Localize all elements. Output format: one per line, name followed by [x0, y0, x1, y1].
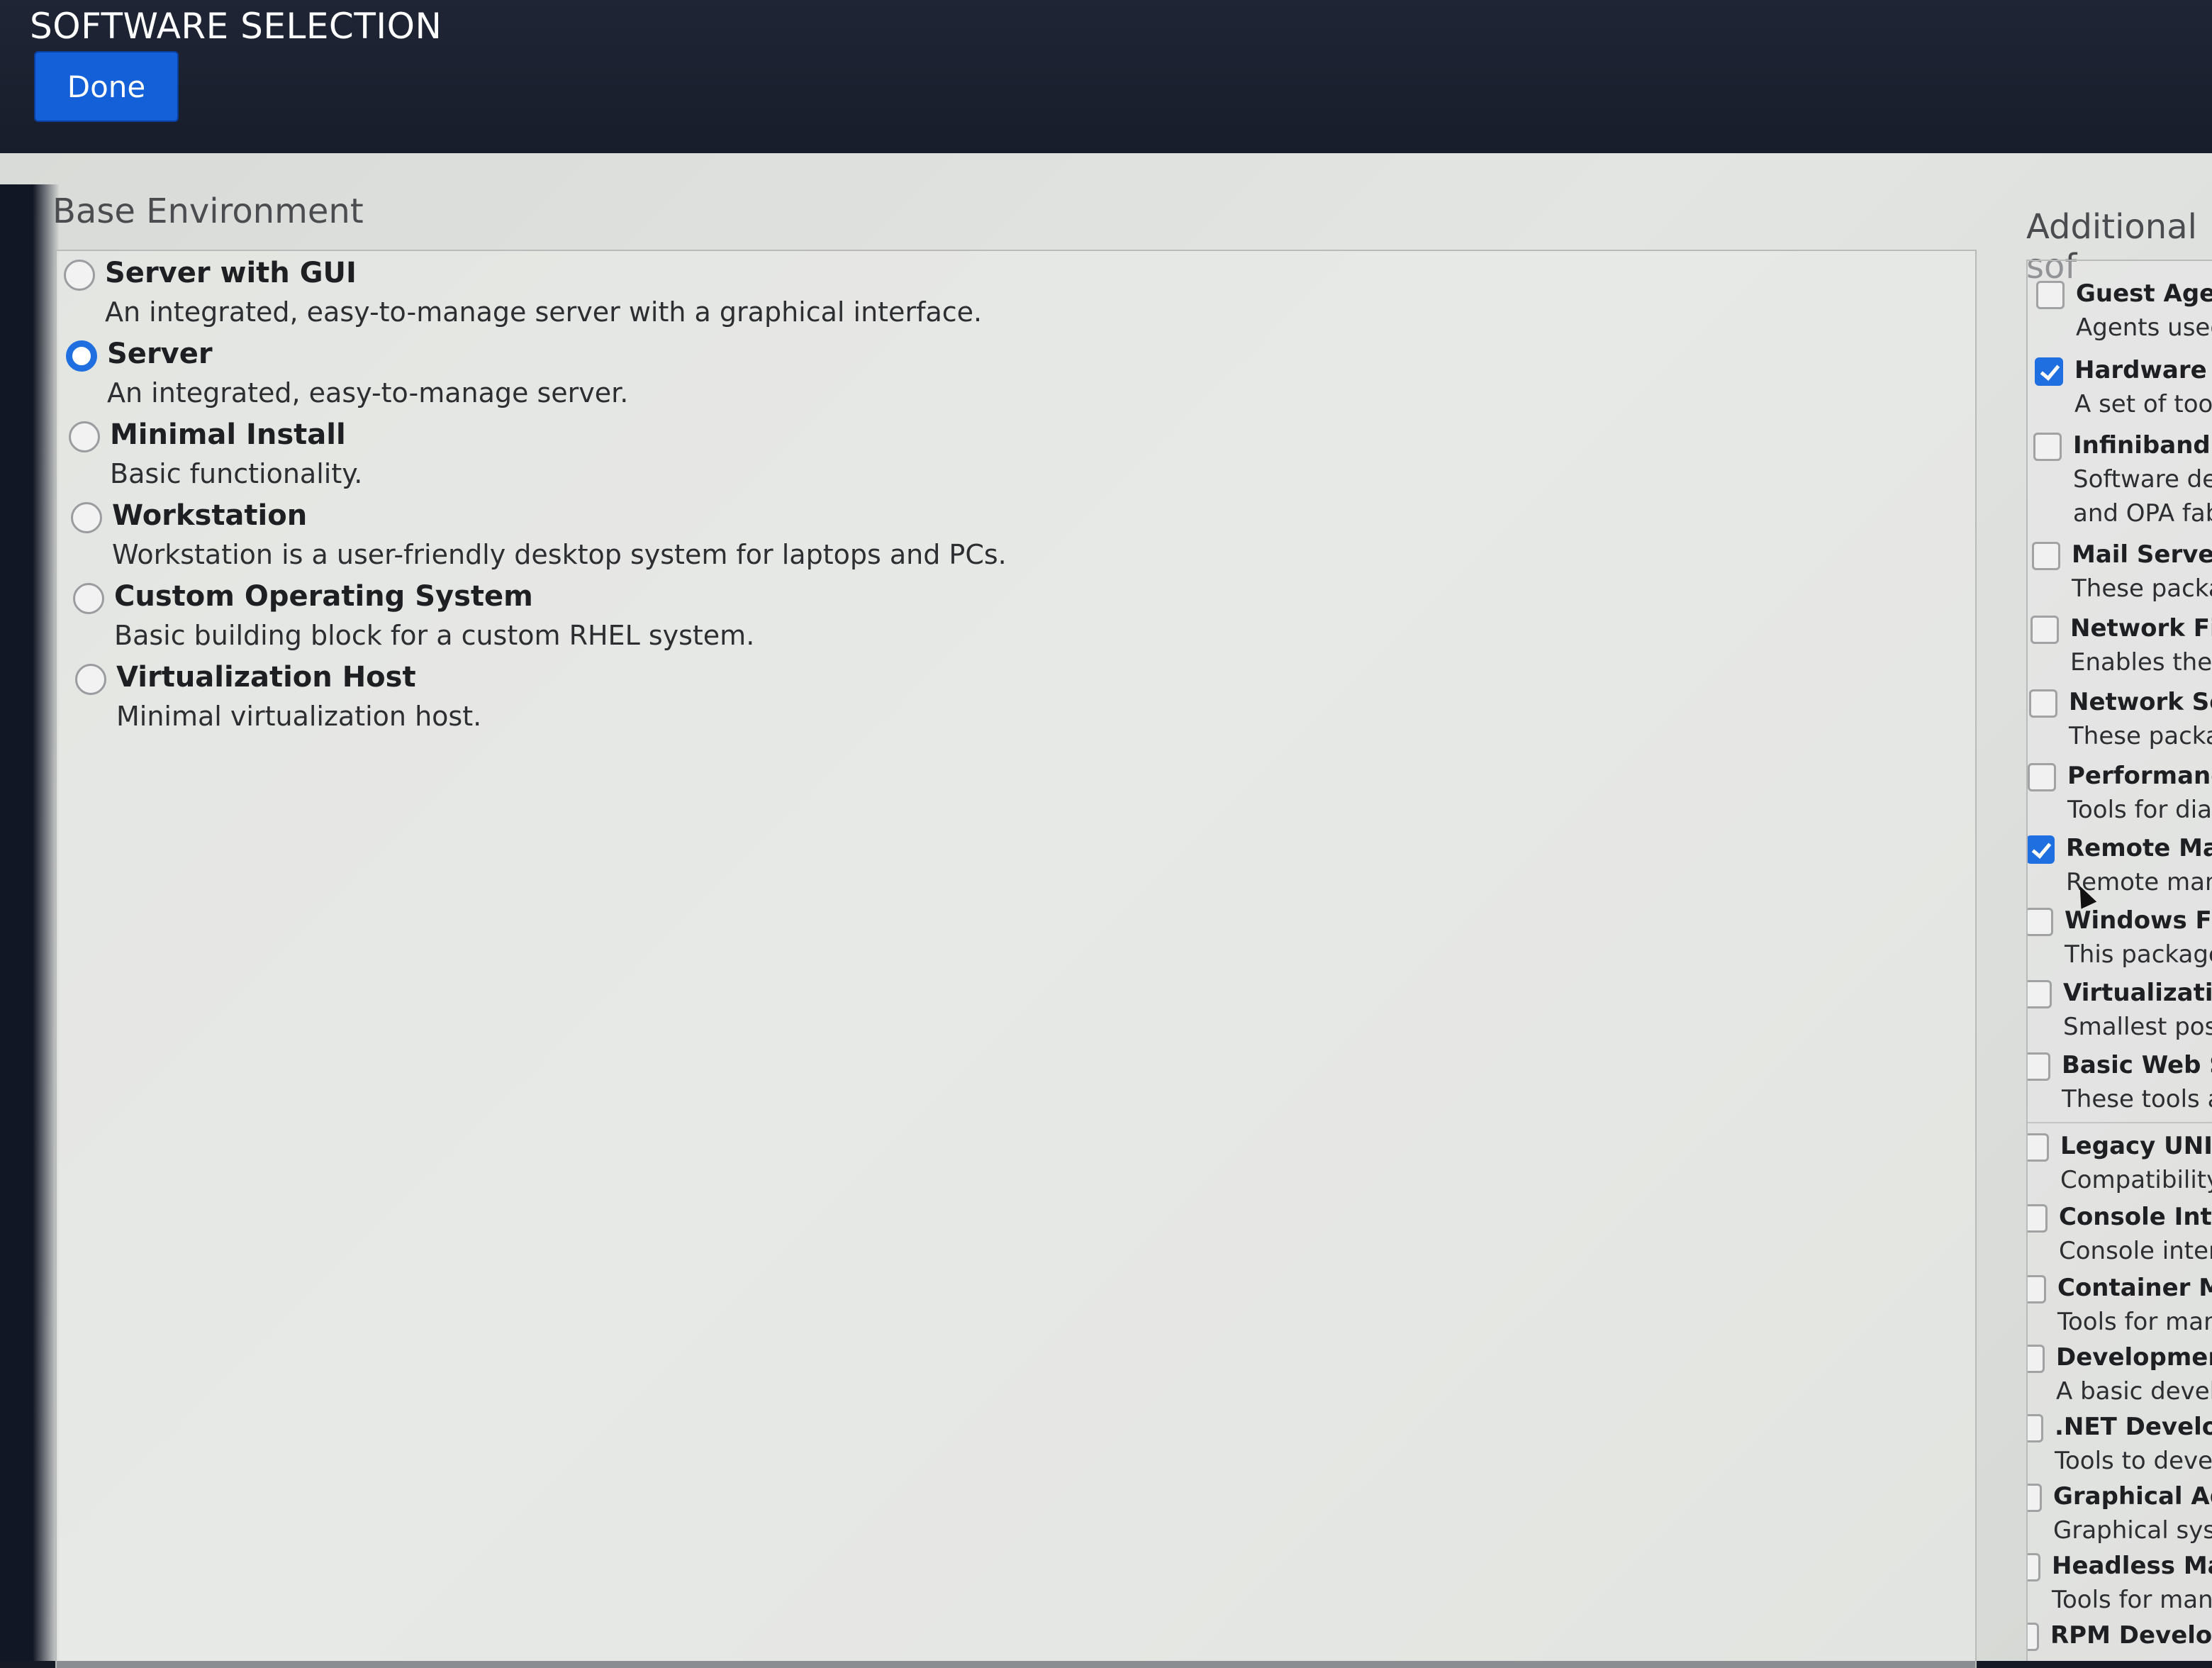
env-description: An integrated, easy-to-manage server wit… [105, 296, 983, 328]
section-divider [2028, 1122, 2212, 1123]
addon-name: Performance T [2067, 762, 2212, 790]
checkbox[interactable] [2033, 433, 2062, 461]
radio-button[interactable] [71, 502, 102, 533]
checkbox[interactable] [2028, 763, 2056, 791]
env-description: An integrated, easy-to-manage server. [107, 377, 629, 408]
addon-name: Hardware Mo [2074, 356, 2212, 384]
addon-name: Network Serv [2069, 688, 2212, 716]
checkbox[interactable] [2028, 1553, 2040, 1581]
checkbox[interactable] [2028, 1204, 2048, 1233]
addon-description: This package gr [2065, 940, 2212, 969]
env-description: Workstation is a user-friendly desktop s… [112, 539, 1007, 570]
addon-description: Software desi [2073, 465, 2212, 494]
additional-software-list: Guest Agent Agents used Hardware Mo A se… [2026, 260, 2212, 1661]
addon-name: Basic Web Serv [2062, 1051, 2212, 1079]
addon-name: Windows File S [2065, 906, 2212, 935]
page-title: SOFTWARE SELECTION [30, 6, 442, 47]
addon-description: Tools for managi [2057, 1308, 2212, 1336]
addon-description: A basic developm [2056, 1377, 2212, 1406]
env-description: Minimal virtualization host. [116, 701, 482, 732]
addon-description: These package [2069, 722, 2212, 750]
addon-name: .NET Developme [2055, 1413, 2212, 1441]
radio-button[interactable] [69, 421, 100, 452]
addon-name: Remote Manag [2066, 834, 2212, 862]
addon-description: Graphical system [2053, 1516, 2212, 1545]
addon-description: Smallest possib [2063, 1013, 2212, 1041]
checkbox[interactable] [2028, 1275, 2046, 1303]
addon-description: Enables the sy [2070, 648, 2212, 677]
checkbox[interactable] [2028, 908, 2053, 936]
addon-name: Graphical Admini [2053, 1482, 2212, 1511]
checkbox[interactable] [2028, 1484, 2042, 1512]
addon-name: Mail Server [2072, 540, 2212, 569]
env-name: Custom Operating System [114, 580, 533, 613]
radio-button[interactable] [66, 340, 97, 372]
addon-description: These tools allo [2062, 1085, 2212, 1113]
base-environment-title: Base Environment [52, 191, 364, 231]
addon-name: RPM Developmen [2050, 1621, 2212, 1650]
addon-description: These packag [2072, 574, 2212, 603]
checkbox[interactable] [2028, 1414, 2043, 1442]
left-dark-edge [0, 184, 60, 1661]
checkbox[interactable] [2028, 1133, 2049, 1162]
env-description: Basic functionality. [110, 458, 363, 489]
checkbox[interactable] [2028, 835, 2055, 864]
checkbox[interactable] [2028, 1052, 2050, 1081]
addon-name: Guest Agent [2076, 279, 2212, 308]
radio-button[interactable] [75, 664, 106, 695]
env-description: Basic building block for a custom RHEL s… [114, 620, 755, 651]
checkbox[interactable] [2036, 281, 2065, 309]
addon-description: Agents used [2076, 313, 2212, 342]
checkbox[interactable] [2028, 980, 2052, 1008]
addon-description: Console internet [2059, 1237, 2212, 1265]
radio-button[interactable] [73, 583, 104, 614]
addon-description: Tools for diagn [2067, 796, 2212, 824]
done-button[interactable]: Done [34, 51, 179, 122]
addon-name: Console Internet [2059, 1203, 2212, 1231]
addon-name: Headless Manage [2052, 1552, 2212, 1580]
radio-button[interactable] [64, 260, 95, 291]
addon-description-line-2: and OPA fabri [2073, 499, 2212, 528]
addon-description: Compatibility pr [2060, 1166, 2212, 1194]
env-name: Minimal Install [110, 418, 346, 451]
checkbox[interactable] [2032, 542, 2060, 570]
addon-description: A set of tools [2074, 390, 2212, 418]
checkbox[interactable] [2035, 357, 2063, 386]
addon-description: Tools for managin [2052, 1586, 2212, 1614]
checkbox[interactable] [2028, 1345, 2045, 1373]
addon-description: Tools to develop [2055, 1447, 2212, 1475]
addon-name: Container Manag [2057, 1274, 2212, 1302]
base-environment-list: Server with GUI An integrated, easy-to-m… [55, 250, 1977, 1668]
checkbox[interactable] [2028, 1623, 2039, 1651]
env-name: Workstation [112, 499, 308, 532]
addon-name: Development To [2056, 1343, 2212, 1372]
top-bar: SOFTWARE SELECTION Done [0, 0, 2212, 153]
addon-name: Network File S [2070, 614, 2212, 643]
addon-name: Legacy UNIX Co [2060, 1132, 2212, 1160]
env-name: Server [107, 338, 213, 370]
checkbox[interactable] [2029, 689, 2057, 718]
env-name: Virtualization Host [116, 661, 416, 694]
addon-name: Infiniband Su [2073, 431, 2212, 460]
addon-name: Virtualization H [2063, 979, 2212, 1007]
checkbox[interactable] [2031, 616, 2059, 644]
env-name: Server with GUI [105, 257, 357, 289]
